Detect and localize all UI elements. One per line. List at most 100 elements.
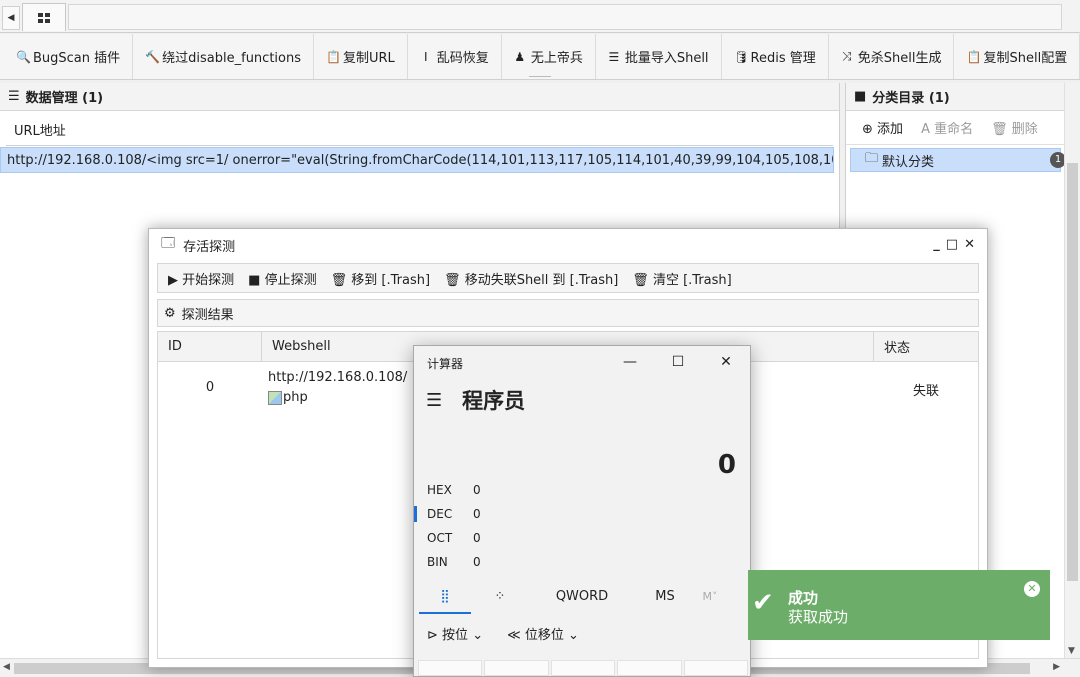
bitwise-dropdown[interactable]: ⊳ 按位 ⌄ bbox=[427, 624, 483, 643]
scroll-down-icon[interactable]: ▼ bbox=[1068, 646, 1075, 656]
calculator-mode-bar: ☰ 程序员 bbox=[414, 380, 750, 420]
toast-title: 成功 bbox=[788, 589, 819, 607]
delete-category-button[interactable]: 🗑 删除 bbox=[991, 118, 1038, 137]
base-row-bin[interactable]: BIN 0 bbox=[414, 550, 750, 574]
move-trash-button[interactable]: 🗑 移到 [.Trash] bbox=[331, 269, 430, 288]
tab-home[interactable] bbox=[22, 3, 66, 31]
stop-probe-button[interactable]: ■ 停止探测 bbox=[248, 269, 316, 288]
close-icon[interactable]: ✕ bbox=[702, 346, 750, 378]
category-tools: ⊕ 添加 A 重命名 🗑 删除 bbox=[846, 111, 1065, 145]
bit-toggle-tab-icon[interactable]: ⁘ bbox=[476, 589, 524, 604]
category-panel-title: 分类目录 (1) bbox=[872, 91, 950, 106]
text-cursor-icon: I bbox=[424, 49, 428, 64]
maximize-icon[interactable]: □ bbox=[946, 237, 958, 252]
trash-icon: 🗑 bbox=[330, 272, 348, 288]
bitshift-icon: ≪ bbox=[507, 627, 521, 643]
shuffle-icon: ⤨ bbox=[841, 49, 852, 63]
tab-bar-area bbox=[68, 4, 1062, 30]
broken-image-alt: php bbox=[283, 390, 308, 405]
active-tab-indicator bbox=[419, 612, 471, 614]
vertical-scroll-thumb[interactable] bbox=[1067, 163, 1078, 581]
grid-icon bbox=[38, 12, 50, 23]
clear-trash-button[interactable]: 🗑 清空 [.Trash] bbox=[632, 269, 731, 288]
url-column-header[interactable]: URL地址 bbox=[6, 113, 833, 146]
encoding-recovery-button[interactable]: I 乱码恢复 bbox=[408, 34, 502, 79]
copy-shell-config-button[interactable]: 📋 复制Shell配置 bbox=[954, 34, 1080, 79]
probe-toolbar: ▶ 开始探测 ■ 停止探测 🗑 移到 [.Trash] 🗑 移动失联Shell … bbox=[157, 263, 979, 293]
calculator-window: 计算器 — ☐ ✕ ☰ 程序员 0 HEX 0 DEC 0 OCT 0 BIN 0 ⣿ … bbox=[413, 345, 751, 677]
bypass-disable-functions-button[interactable]: 🔨 绕过disable_functions bbox=[133, 34, 314, 79]
toolbar-grip[interactable] bbox=[529, 76, 551, 78]
calculator-tabs: ⣿ ⁘ QWORD MS M˅ bbox=[414, 576, 750, 616]
delete-label: 删除 bbox=[1011, 122, 1038, 137]
base-row-oct[interactable]: OCT 0 bbox=[414, 526, 750, 550]
move-label: 移到 [.Trash] bbox=[351, 272, 431, 288]
toolbar-label: 乱码恢复 bbox=[436, 51, 489, 66]
close-icon[interactable]: ✕ bbox=[964, 237, 975, 252]
base-row-dec[interactable]: DEC 0 bbox=[414, 502, 750, 526]
calc-key[interactable] bbox=[418, 660, 483, 676]
row-status: 失联 bbox=[912, 384, 939, 399]
table-row[interactable]: http://192.168.0.108/<img src=1/ onerror… bbox=[0, 147, 834, 173]
pawn-button[interactable]: ♟ 无上帝兵 bbox=[502, 34, 596, 79]
stop-icon: ■ bbox=[248, 272, 261, 288]
start-probe-button[interactable]: ▶ 开始探测 bbox=[168, 269, 234, 288]
av-free-shell-button[interactable]: ⤨ 免杀Shell生成 bbox=[829, 34, 955, 79]
move-lost-label: 移动失联Shell 到 [.Trash] bbox=[464, 272, 619, 288]
toolbar-label: 复制URL bbox=[343, 51, 395, 66]
bitshift-dropdown[interactable]: ≪ 位移位 ⌄ bbox=[507, 624, 579, 643]
folder-icon: ■ bbox=[854, 89, 867, 104]
base-row-hex[interactable]: HEX 0 bbox=[414, 478, 750, 502]
dialog-titlebar[interactable]: 🗔 存活探测 bbox=[149, 229, 987, 261]
word-size-button[interactable]: QWORD bbox=[524, 589, 640, 604]
dialog-title: 存活探测 bbox=[183, 239, 236, 255]
hamburger-menu-icon[interactable]: ☰ bbox=[426, 390, 442, 411]
logic-gate-icon: ⊳ bbox=[427, 627, 438, 643]
column-status[interactable]: 状态 bbox=[874, 332, 978, 361]
success-toast: ✔ 成功 获取成功 ✕ bbox=[748, 570, 1050, 640]
probe-results-header: ⚙ 探测结果 bbox=[157, 299, 979, 327]
calc-key[interactable] bbox=[683, 660, 749, 676]
chess-pawn-icon: ♟ bbox=[514, 49, 526, 64]
toolbar-label: BugScan 插件 bbox=[33, 51, 121, 66]
calc-key[interactable] bbox=[550, 660, 616, 676]
toolbar-label: 绕过disable_functions bbox=[162, 51, 301, 66]
vertical-scrollbar[interactable]: ▼ bbox=[1064, 83, 1080, 658]
copy-url-button[interactable]: 📋 复制URL bbox=[314, 34, 408, 79]
maximize-icon[interactable]: ☐ bbox=[654, 346, 702, 378]
rename-label: 重命名 bbox=[934, 122, 974, 137]
database-icon: 🛢 bbox=[733, 49, 749, 64]
category-item-label: 默认分类 bbox=[882, 154, 935, 170]
trash-icon: 🗑 bbox=[444, 272, 461, 288]
batch-import-shell-button[interactable]: ☰ 批量导入Shell bbox=[596, 34, 722, 79]
add-category-button[interactable]: ⊕ 添加 bbox=[862, 118, 903, 137]
memory-store-button[interactable]: MS bbox=[640, 589, 690, 604]
minimize-icon[interactable]: _ bbox=[933, 237, 940, 252]
category-item-default[interactable]: 🗀 默认分类 1 bbox=[850, 148, 1066, 172]
keypad-tab-icon[interactable]: ⣿ bbox=[414, 589, 476, 604]
calculator-keypad bbox=[418, 660, 749, 676]
broken-image: php bbox=[268, 388, 308, 408]
broken-image-icon bbox=[268, 391, 282, 405]
results-label: 探测结果 bbox=[181, 307, 234, 323]
calc-key[interactable] bbox=[617, 660, 682, 676]
column-id[interactable]: ID bbox=[158, 332, 262, 361]
window-icon: 🗔 bbox=[161, 236, 176, 251]
minimize-icon[interactable]: — bbox=[606, 346, 654, 378]
data-panel-title: 数据管理 (1) bbox=[25, 91, 104, 106]
calc-key[interactable] bbox=[484, 660, 549, 676]
close-icon[interactable]: ✕ bbox=[1024, 581, 1040, 597]
scroll-right-icon[interactable]: ▶ bbox=[1053, 662, 1060, 672]
bugscan-plugin-button[interactable]: 🔍 BugScan 插件 bbox=[4, 34, 134, 79]
rename-category-button[interactable]: A 重命名 bbox=[921, 118, 973, 137]
play-icon: ▶ bbox=[168, 272, 178, 288]
tab-scroll-left-button[interactable]: ◀ bbox=[2, 6, 20, 30]
calculator-display: 0 bbox=[717, 450, 736, 480]
redis-manage-button[interactable]: 🛢 Redis 管理 bbox=[722, 34, 829, 79]
base-label: BIN bbox=[427, 555, 448, 569]
move-lost-shell-button[interactable]: 🗑 移动失联Shell 到 [.Trash] bbox=[444, 269, 618, 288]
scroll-left-icon[interactable]: ◀ bbox=[3, 662, 10, 672]
calculator-titlebar[interactable]: 计算器 — ☐ ✕ bbox=[414, 346, 750, 380]
toolbar-label: 无上帝兵 bbox=[530, 51, 583, 66]
memory-list-button[interactable]: M˅ bbox=[690, 590, 730, 603]
